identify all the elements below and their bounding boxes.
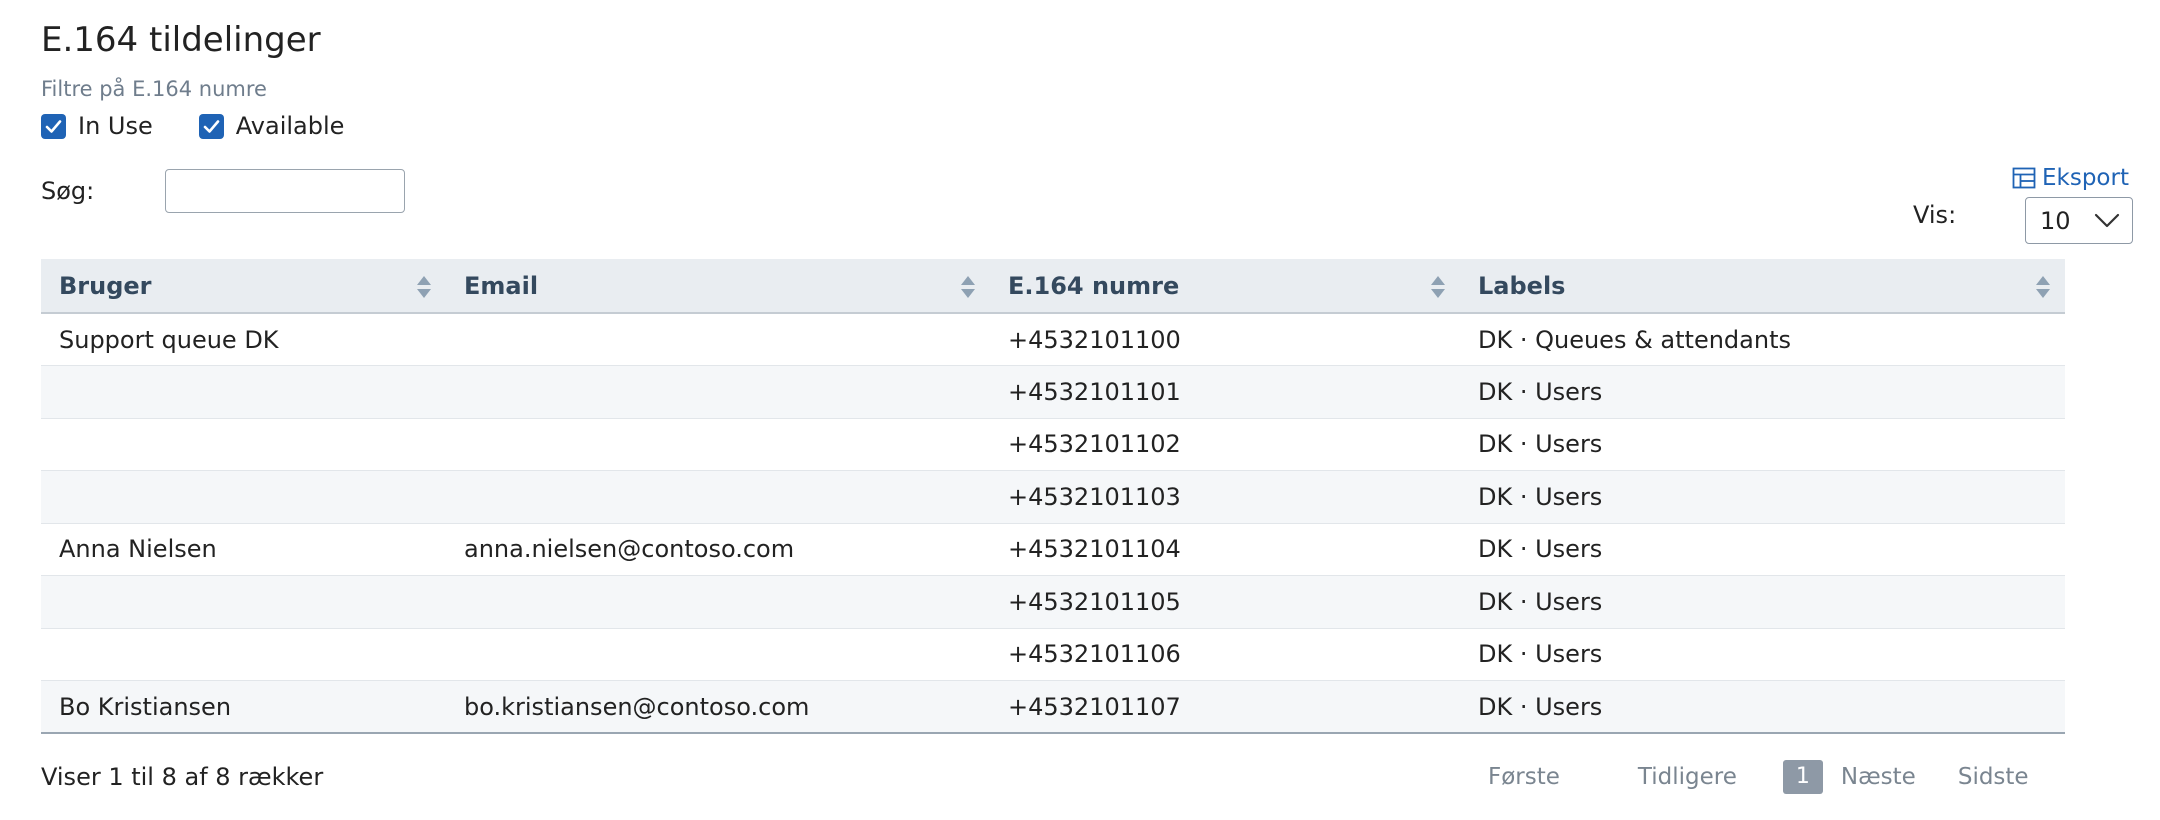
cell-labels: DK · Users	[1460, 470, 2065, 524]
pagination-previous[interactable]: Tidligere	[1638, 764, 1737, 790]
cell-number: +4532101100	[990, 313, 1460, 366]
in-use-checkbox[interactable]	[41, 113, 66, 139]
cell-labels: DK · Users	[1460, 523, 2065, 576]
page-size-select[interactable]: 10	[2025, 197, 2133, 244]
cell-number: +4532101105	[990, 575, 1460, 629]
pagination-first[interactable]: Første	[1488, 764, 1560, 790]
available-checkbox[interactable]	[198, 113, 224, 139]
cell-number: +4532101106	[990, 628, 1460, 681]
table-header-row: Bruger Email E.164 numre Labels	[41, 259, 2065, 314]
cell-user	[41, 470, 446, 524]
column-header-label: Bruger	[59, 271, 152, 300]
cell-number: +4532101107	[990, 680, 1460, 734]
chevron-down-icon	[2094, 213, 2120, 227]
cell-number: +4532101102	[990, 418, 1460, 471]
table-row[interactable]: Anna Nielsen anna.nielsen@contoso.com +4…	[41, 523, 2065, 576]
cell-number: +4532101103	[990, 470, 1460, 524]
table-row[interactable]: +4532101105 DK · Users	[41, 575, 2065, 629]
filter-checkboxes: In Use Available	[41, 109, 344, 143]
table-row[interactable]: +4532101102 DK · Users	[41, 418, 2065, 471]
column-header-labels[interactable]: Labels	[1460, 259, 2065, 314]
filter-in-use[interactable]: In Use	[41, 112, 153, 140]
cell-email	[446, 313, 990, 366]
cell-number: +4532101101	[990, 365, 1460, 419]
assignments-table: Bruger Email E.164 numre Labels Support …	[41, 259, 2065, 734]
table-row[interactable]: Bo Kristiansen bo.kristiansen@contoso.co…	[41, 680, 2065, 734]
table-row[interactable]: +4532101101 DK · Users	[41, 365, 2065, 419]
cell-user: Support queue DK	[41, 313, 446, 366]
cell-user	[41, 365, 446, 419]
search-label: Søg:	[41, 177, 95, 205]
filter-caption: Filtre på E.164 numre	[41, 77, 267, 101]
cell-labels: DK · Users	[1460, 628, 2065, 681]
table-info: Viser 1 til 8 af 8 rækker	[41, 763, 324, 791]
sort-icon	[961, 276, 975, 298]
table-row[interactable]: Support queue DK +4532101100 DK · Queues…	[41, 313, 2065, 366]
cell-user: Bo Kristiansen	[41, 680, 446, 734]
column-header-number[interactable]: E.164 numre	[990, 259, 1460, 314]
available-label: Available	[235, 112, 345, 140]
search-input[interactable]	[165, 169, 405, 213]
pagination-last[interactable]: Sidste	[1958, 764, 2029, 790]
checkmark-icon	[203, 119, 220, 133]
sort-icon	[2036, 276, 2050, 298]
page-title: E.164 tildelinger	[41, 20, 321, 60]
cell-labels: DK · Users	[1460, 575, 2065, 629]
export-button[interactable]: Eksport	[2012, 162, 2129, 194]
sort-icon	[1431, 276, 1445, 298]
table-row[interactable]: +4532101103 DK · Users	[41, 470, 2065, 524]
export-label: Eksport	[2042, 165, 2129, 191]
table-icon	[2012, 167, 2036, 189]
cell-labels: DK · Users	[1460, 418, 2065, 471]
cell-email: bo.kristiansen@contoso.com	[446, 680, 990, 734]
in-use-label: In Use	[78, 112, 153, 140]
cell-labels: DK · Queues & attendants	[1460, 313, 2065, 366]
cell-user	[41, 575, 446, 629]
cell-labels: DK · Users	[1460, 365, 2065, 419]
cell-email	[446, 628, 990, 681]
cell-user: Anna Nielsen	[41, 523, 446, 576]
column-header-label: E.164 numre	[1008, 271, 1180, 300]
cell-email	[446, 470, 990, 524]
page-size-value: 10	[2040, 206, 2071, 235]
cell-email: anna.nielsen@contoso.com	[446, 523, 990, 576]
cell-email	[446, 418, 990, 471]
cell-email	[446, 365, 990, 419]
cell-labels: DK · Users	[1460, 680, 2065, 734]
table-row[interactable]: +4532101106 DK · Users	[41, 628, 2065, 681]
page-size-label: Vis:	[1913, 201, 1957, 229]
pagination-current-page[interactable]: 1	[1782, 760, 1823, 794]
column-header-label: Labels	[1478, 271, 1566, 300]
cell-email	[446, 575, 990, 629]
checkmark-icon	[45, 119, 62, 133]
cell-user	[41, 628, 446, 681]
column-header-user[interactable]: Bruger	[41, 259, 446, 314]
pagination: Første Tidligere 1 Næste Sidste	[1460, 760, 2029, 794]
column-header-email[interactable]: Email	[446, 259, 990, 314]
column-header-label: Email	[464, 271, 539, 300]
cell-number: +4532101104	[990, 523, 1460, 576]
sort-icon	[417, 276, 431, 298]
filter-available[interactable]: Available	[198, 112, 345, 140]
cell-user	[41, 418, 446, 471]
pagination-next[interactable]: Næste	[1841, 764, 1916, 790]
